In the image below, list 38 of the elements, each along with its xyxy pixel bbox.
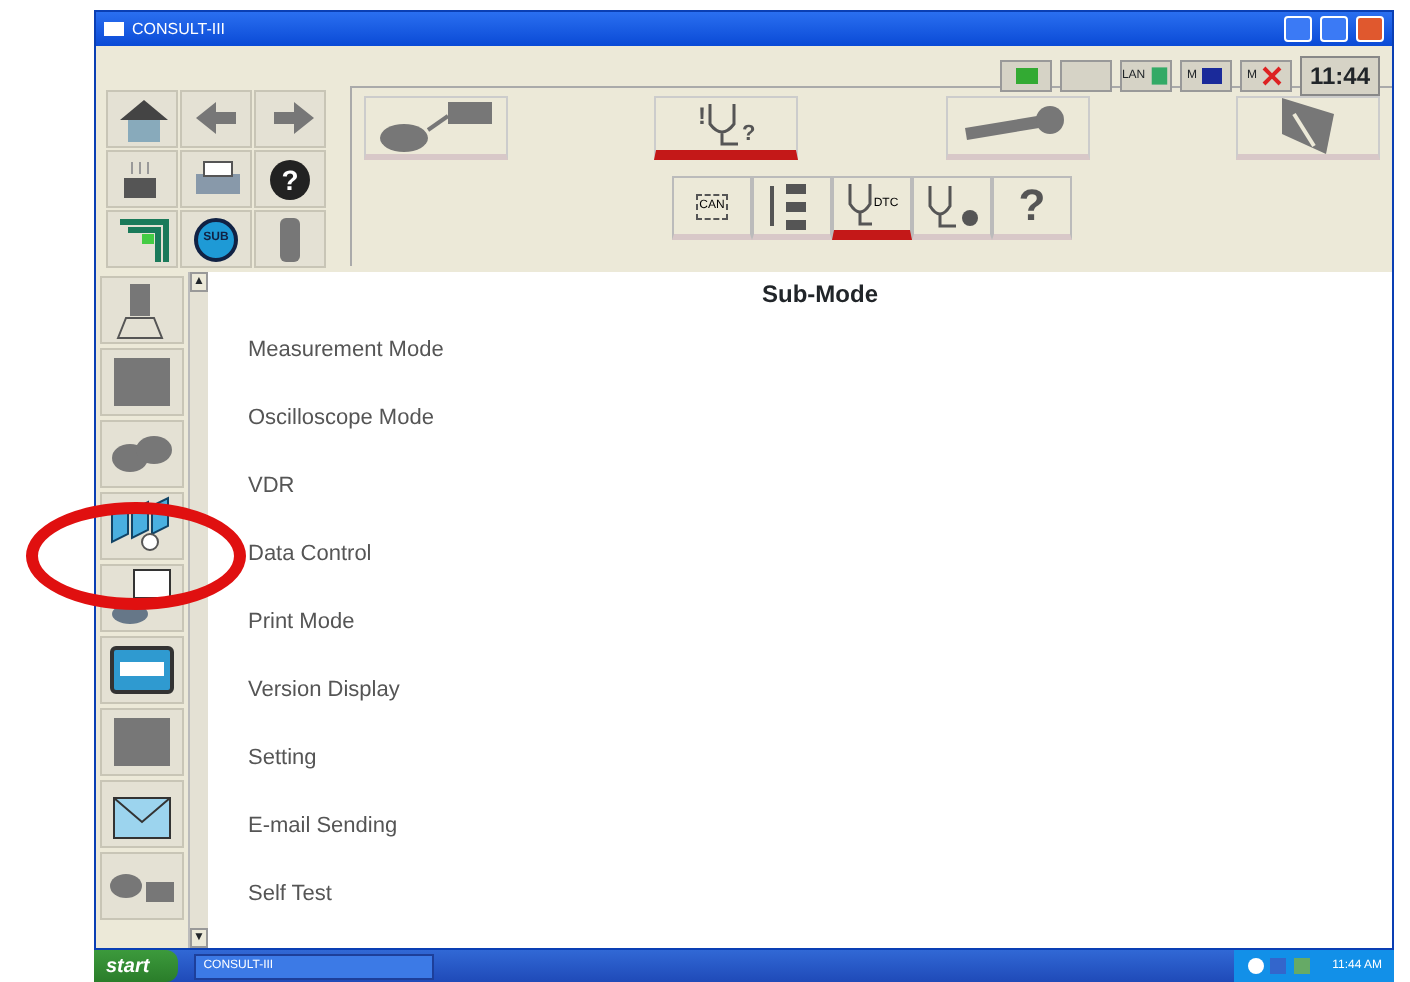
menu-item[interactable]: Measurement Mode [248, 316, 1392, 384]
menu-item[interactable]: Data Control [248, 520, 1392, 588]
menu-item[interactable]: Oscilloscope Mode [248, 384, 1392, 452]
nav-button[interactable] [180, 150, 252, 208]
vehicle-link-icon [376, 98, 496, 154]
sub-mode-button[interactable]: ? [992, 176, 1072, 240]
close-button[interactable] [1356, 16, 1384, 42]
nav-button[interactable] [180, 90, 252, 148]
sub-mode-button[interactable] [912, 176, 992, 240]
mode-button[interactable]: ! ? [654, 96, 799, 160]
help-button[interactable]: ? [254, 150, 326, 208]
menu-item[interactable]: Self Test [248, 860, 1392, 928]
mode-button[interactable] [945, 96, 1090, 160]
section-title: Sub-Mode [760, 278, 880, 312]
stethoscope-icon [845, 178, 874, 230]
maximize-button[interactable] [1320, 16, 1348, 42]
menu-item[interactable]: VDR [248, 452, 1392, 520]
sidebar-button[interactable] [100, 276, 184, 344]
menu-item[interactable]: Version Display [248, 656, 1392, 724]
nav-button[interactable] [254, 210, 326, 268]
menu-item[interactable]: Setting [248, 724, 1392, 792]
nav-button[interactable] [106, 210, 178, 268]
clock: 11:44 [1299, 56, 1380, 96]
sidebar-button[interactable] [100, 780, 184, 848]
nav-button[interactable] [254, 90, 326, 148]
cross-icon [1260, 64, 1285, 88]
start-button[interactable]: start [94, 950, 178, 982]
sub-mode-button[interactable] [752, 176, 832, 240]
mode-button[interactable] [1235, 96, 1380, 160]
nav-button[interactable] [106, 150, 178, 208]
status-indicator [1059, 60, 1112, 92]
menu-item[interactable]: Print Mode [248, 588, 1392, 656]
mode-button[interactable] [364, 96, 508, 160]
window-title: CONSULT-III [132, 17, 226, 41]
sidebar-button[interactable] [100, 636, 184, 704]
nav-button[interactable] [106, 90, 178, 148]
minimize-button[interactable] [1284, 16, 1312, 42]
menu-item[interactable]: E-mail Sending [248, 792, 1392, 860]
